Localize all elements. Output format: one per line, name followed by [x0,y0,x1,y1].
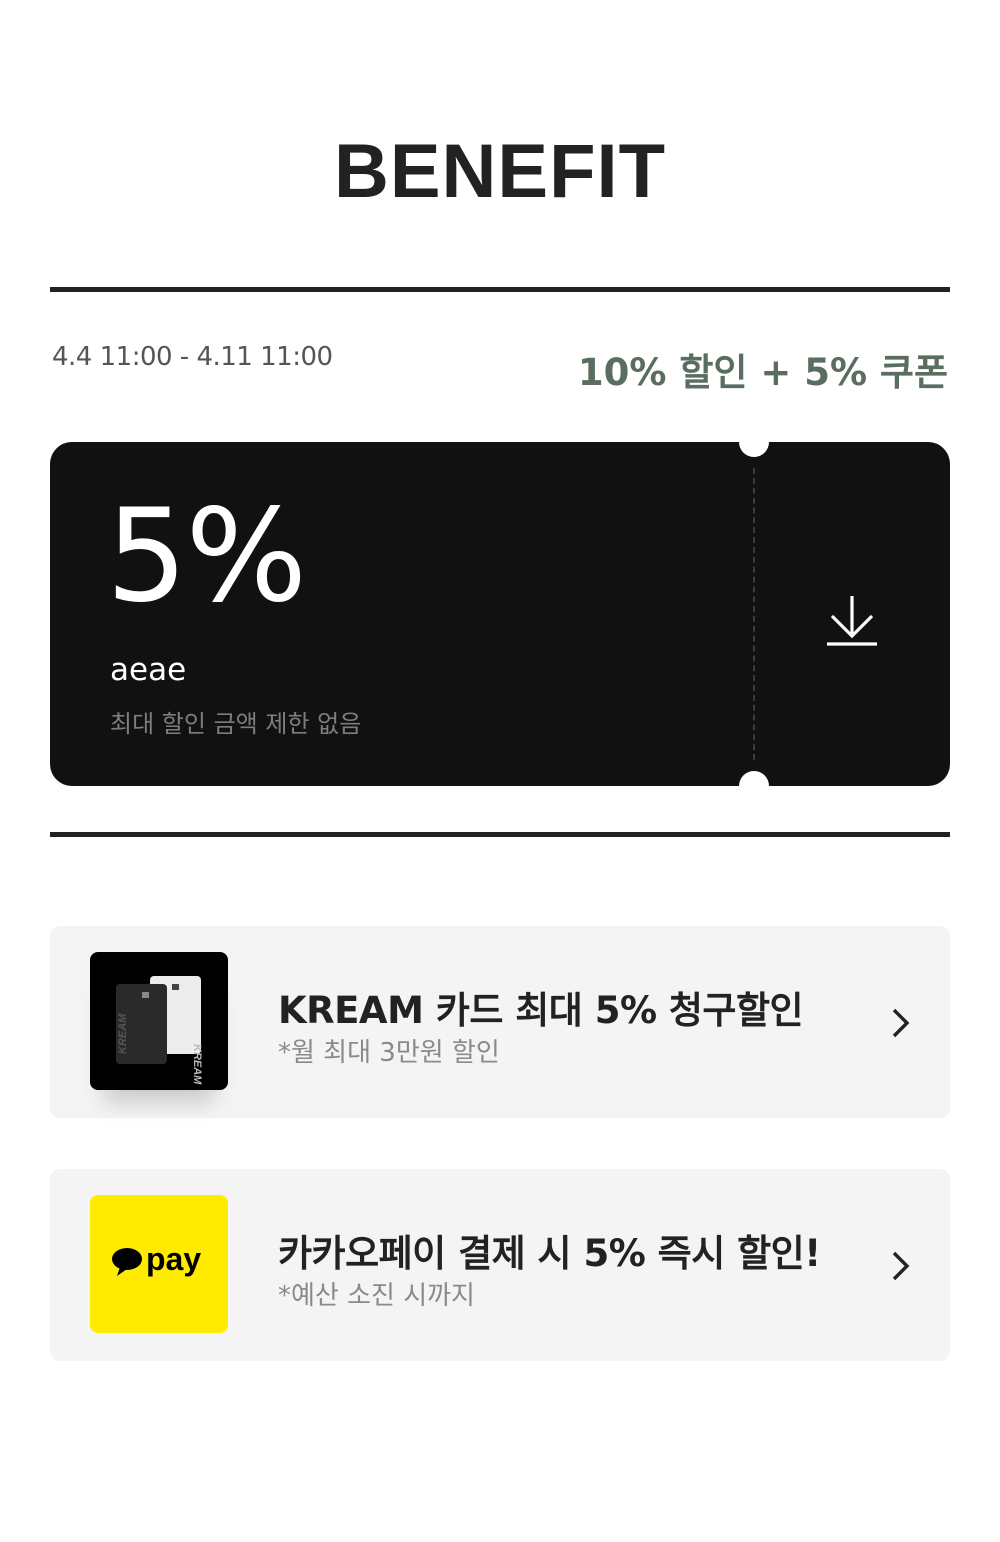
ticket-notch-bottom [739,771,769,801]
coupon-limit: 최대 할인 금액 제한 없음 [110,710,362,738]
svg-text:pay: pay [146,1241,201,1277]
svg-text:KREAM: KREAM [191,1044,203,1085]
chevron-right-icon [892,1008,910,1038]
kakaopay-logo: pay [90,1195,228,1333]
page-title: BENEFIT [333,129,667,214]
benefit-card-kream[interactable]: KREAM KREAM KREAM 카드 최대 5% 청구할인 *월 최대 3만… [50,926,950,1118]
top-divider [50,287,950,292]
kream-card-image: KREAM KREAM [90,952,228,1090]
event-period: 4.4 11:00 - 4.11 11:00 [52,342,333,372]
bottom-divider [50,832,950,837]
chevron-right-icon [892,1251,910,1281]
benefit-subtitle: *예산 소진 시까지 [278,1281,475,1311]
coupon-name: aeae [110,652,187,688]
benefit-card-kakaopay[interactable]: pay 카카오페이 결제 시 5% 즉시 할인! *예산 소진 시까지 [50,1169,950,1361]
benefit-title: KREAM 카드 최대 5% 청구할인 [278,989,804,1032]
event-headline: 10% 할인 + 5% 쿠폰 [577,351,948,394]
coupon-percent: 5% [106,482,307,631]
coupon-download-button[interactable] [823,592,881,650]
benefit-title: 카카오페이 결제 시 5% 즉시 할인! [278,1232,821,1275]
ticket-notch-top [739,427,769,457]
ticket-perforation [753,468,755,760]
download-icon [827,596,877,646]
svg-text:KREAM: KREAM [117,1013,129,1054]
coupon-ticket: 5% aeae 최대 할인 금액 제한 없음 [50,427,950,801]
benefit-subtitle: *월 최대 3만원 할인 [278,1038,500,1068]
